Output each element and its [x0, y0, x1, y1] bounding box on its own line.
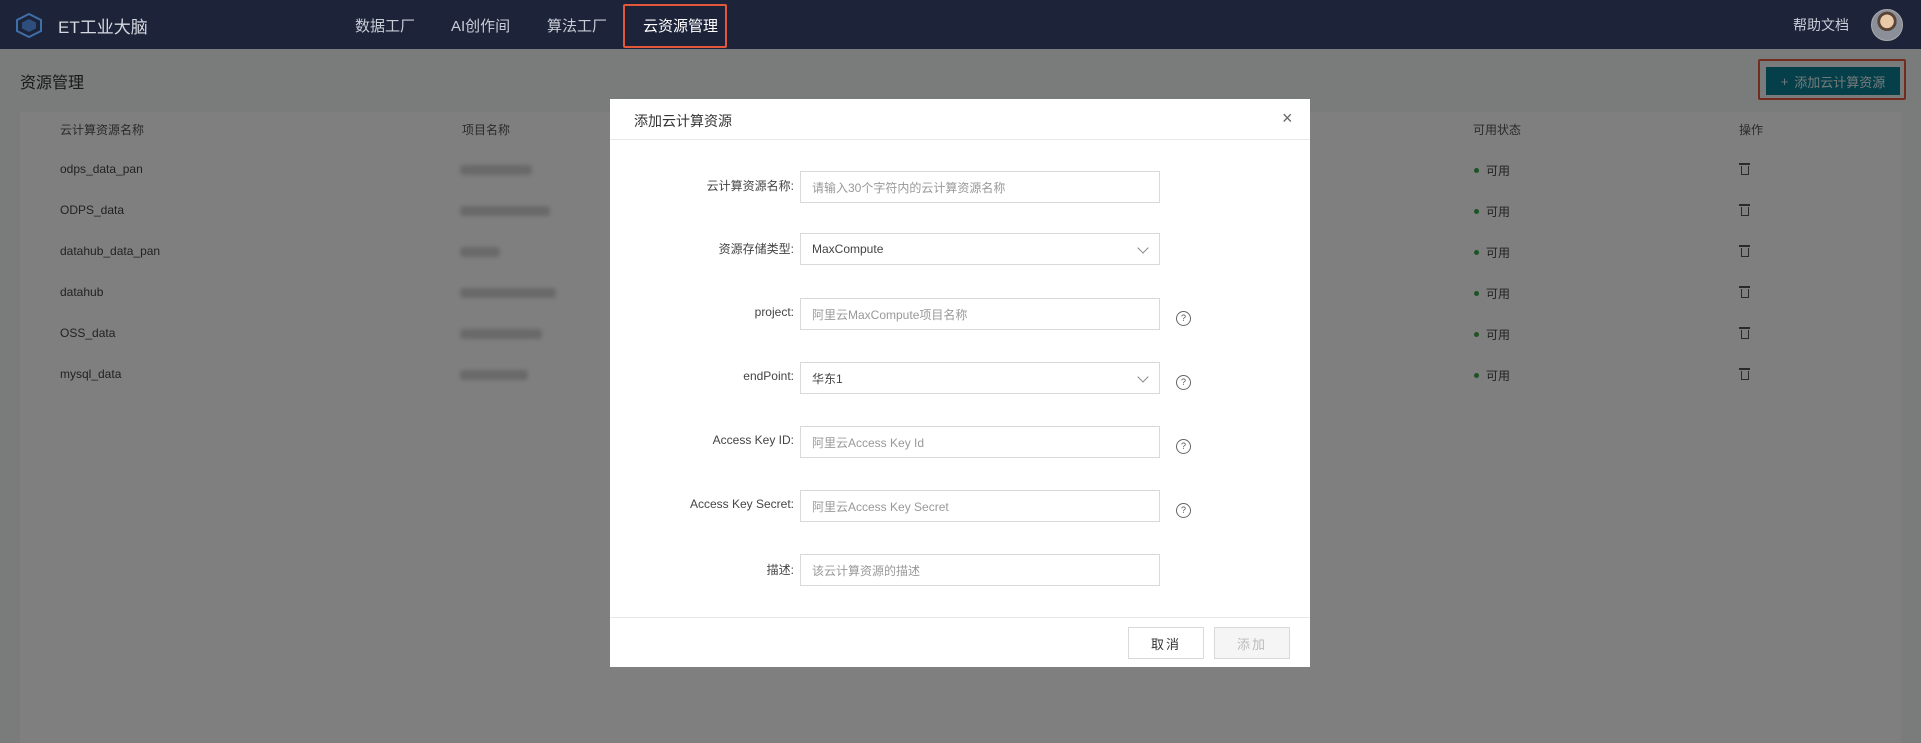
chevron-down-icon — [1137, 242, 1149, 254]
nav-highlight-box — [623, 4, 727, 48]
question-icon[interactable]: ? — [1176, 503, 1191, 518]
user-avatar[interactable] — [1871, 9, 1903, 41]
access-key-id-label: Access Key ID: — [712, 433, 794, 447]
nav-algorithm-factory[interactable]: 算法工厂 — [547, 15, 607, 36]
project-input[interactable]: 阿里云MaxCompute项目名称 — [800, 298, 1160, 330]
dialog-footer: 取消 添加 — [610, 617, 1310, 668]
help-docs-link[interactable]: 帮助文档 — [1793, 15, 1849, 35]
description-label: 描述: — [766, 563, 794, 577]
resource-name-label: 云计算资源名称: — [706, 179, 794, 193]
project-label: project: — [754, 305, 794, 319]
submit-add-button[interactable]: 添加 — [1214, 627, 1290, 659]
storage-type-label: 资源存储类型: — [718, 242, 794, 256]
endpoint-select[interactable]: 华东1 — [800, 362, 1160, 394]
dialog-title: 添加云计算资源 — [634, 113, 732, 129]
chevron-down-icon — [1137, 371, 1149, 383]
storage-type-select[interactable]: MaxCompute — [800, 233, 1160, 265]
access-key-id-input[interactable]: 阿里云Access Key Id — [800, 426, 1160, 458]
close-icon[interactable]: × — [1282, 109, 1293, 127]
cube-logo-icon — [16, 12, 42, 38]
access-key-secret-input[interactable]: 阿里云Access Key Secret — [800, 490, 1160, 522]
endpoint-value: 华东1 — [812, 371, 843, 386]
access-key-secret-label: Access Key Secret: — [689, 497, 794, 511]
brand-name[interactable]: ET工业大脑 — [58, 13, 148, 38]
top-navbar: ET工业大脑 数据工厂 AI创作间 算法工厂 云资源管理 帮助文档 — [0, 0, 1921, 49]
description-input[interactable]: 该云计算资源的描述 — [800, 554, 1160, 586]
endpoint-label: endPoint: — [743, 369, 794, 383]
question-icon[interactable]: ? — [1176, 439, 1191, 454]
cancel-button[interactable]: 取消 — [1128, 627, 1204, 659]
storage-type-value: MaxCompute — [812, 242, 884, 256]
question-icon[interactable]: ? — [1176, 375, 1191, 390]
nav-ai-studio[interactable]: AI创作间 — [451, 15, 510, 36]
question-icon[interactable]: ? — [1176, 311, 1191, 326]
resource-name-input[interactable]: 请输入30个字符内的云计算资源名称 — [800, 171, 1160, 203]
nav-data-factory[interactable]: 数据工厂 — [355, 15, 415, 36]
add-resource-dialog: 添加云计算资源 × 云计算资源名称: 请输入30个字符内的云计算资源名称 资源存… — [610, 99, 1310, 667]
dialog-header: 添加云计算资源 × — [610, 99, 1310, 140]
